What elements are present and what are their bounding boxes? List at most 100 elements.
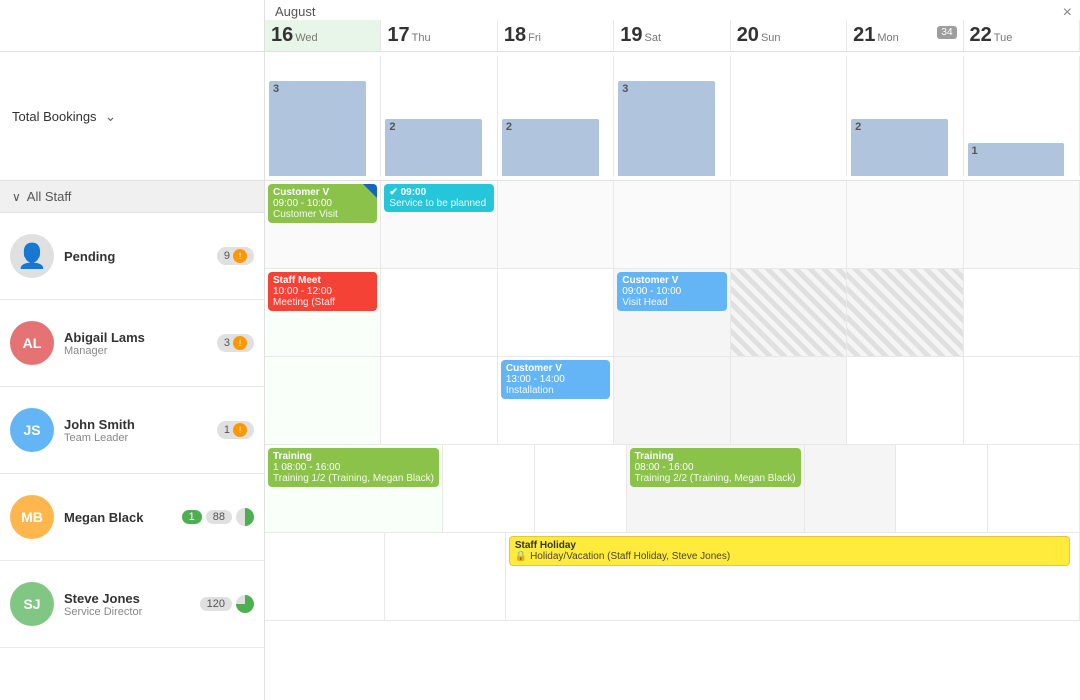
date-cell-18[interactable]: 18Fri bbox=[498, 20, 614, 51]
pie-icon bbox=[236, 595, 254, 613]
badge-area: 120 bbox=[200, 595, 254, 613]
staff-info: Abigail Lams Manager bbox=[64, 330, 207, 357]
grid-cell-2-5 bbox=[847, 357, 963, 444]
calendar-header: August 16Wed17Thu18Fri19Sat20Sun21Mon342… bbox=[0, 0, 1080, 52]
date-cell-20[interactable]: 20Sun bbox=[731, 20, 847, 51]
bar-cell-5: 2 bbox=[847, 56, 963, 176]
badge-area: 1 ! bbox=[217, 421, 254, 439]
staff-name: Steve Jones bbox=[64, 591, 190, 606]
pie-icon bbox=[236, 508, 254, 526]
all-staff-label: All Staff bbox=[27, 189, 72, 204]
badge-gray: 88 bbox=[206, 510, 232, 524]
bar-cell-0: 3 bbox=[265, 56, 381, 176]
event-desc: Visit Head bbox=[622, 297, 721, 308]
event-card-0-1-0[interactable]: ✔ 09:00 Service to be planned bbox=[384, 184, 493, 212]
staff-item-3[interactable]: MB Megan Black 1 88 bbox=[0, 474, 264, 561]
staff-info: John Smith Team Leader bbox=[64, 417, 207, 444]
staff-info: Megan Black bbox=[64, 510, 172, 525]
date-day: Mon bbox=[877, 32, 898, 44]
grid-cell-2-0 bbox=[265, 357, 381, 444]
badge-count: 9 ! bbox=[217, 247, 254, 265]
staff-section: ∨ All Staff 👤 Pending 9 ! AL Abigail Lam… bbox=[0, 181, 1080, 700]
bar-cell-1: 2 bbox=[381, 56, 497, 176]
grid-cell-2-1 bbox=[381, 357, 497, 444]
avatar-2: JS bbox=[10, 408, 54, 452]
date-cell-16[interactable]: 16Wed bbox=[265, 20, 381, 51]
staff-name: Pending bbox=[64, 249, 207, 264]
grid-cell-0-3 bbox=[614, 181, 730, 268]
date-cell-21[interactable]: 21Mon34 bbox=[847, 20, 963, 51]
bar-block[interactable]: 2 bbox=[851, 119, 948, 176]
event-card-3-0-0[interactable]: Training 1 08:00 - 16:00 Training 1/2 (T… bbox=[268, 448, 439, 487]
grid-cell-1-6 bbox=[964, 269, 1080, 356]
bookings-label: Total Bookings bbox=[12, 109, 97, 124]
event-title: ✔ 09:00 bbox=[389, 187, 488, 198]
staff-item-1[interactable]: AL Abigail Lams Manager 3 ! bbox=[0, 300, 264, 387]
grid-cell-3-6 bbox=[988, 445, 1080, 532]
exclaim-icon: ! bbox=[233, 336, 247, 350]
event-card-1-3-0[interactable]: Customer V 09:00 - 10:00 Visit Head bbox=[617, 272, 726, 311]
staff-item-4[interactable]: SJ Steve Jones Service Director 120 bbox=[0, 561, 264, 648]
bar-cell-2: 2 bbox=[498, 56, 614, 176]
staff-role: Manager bbox=[64, 345, 207, 357]
badge-count: 1 ! bbox=[217, 421, 254, 439]
grid-cell-2-6 bbox=[964, 357, 1080, 444]
bar-block[interactable]: 3 bbox=[618, 81, 715, 176]
grid-cell-0-0: Customer V 09:00 - 10:00 Customer Visit bbox=[265, 181, 381, 268]
event-time: 08:00 - 16:00 bbox=[635, 462, 796, 473]
staff-list-items: 👤 Pending 9 ! AL Abigail Lams Manager 3 … bbox=[0, 213, 264, 648]
close-button[interactable]: × bbox=[1063, 4, 1072, 22]
avatar-4: SJ bbox=[10, 582, 54, 626]
date-cell-22[interactable]: 22Tue bbox=[964, 20, 1080, 51]
dates-row: August 16Wed17Thu18Fri19Sat20Sun21Mon342… bbox=[265, 0, 1080, 51]
event-holiday[interactable]: Staff Holiday🔒 Holiday/Vacation (Staff H… bbox=[509, 536, 1070, 566]
date-day: Tue bbox=[994, 32, 1013, 44]
grid-cell-2-4 bbox=[731, 357, 847, 444]
grid-cell-3-1 bbox=[443, 445, 535, 532]
event-time: 10:00 - 12:00 bbox=[273, 286, 372, 297]
staff-item-0[interactable]: 👤 Pending 9 ! bbox=[0, 213, 264, 300]
grid-cell-0-4 bbox=[731, 181, 847, 268]
date-day: Thu bbox=[412, 32, 431, 44]
event-time: 09:00 - 10:00 bbox=[273, 198, 372, 209]
event-time: 13:00 - 14:00 bbox=[506, 374, 605, 385]
event-card-0-0-0[interactable]: Customer V 09:00 - 10:00 Customer Visit bbox=[268, 184, 377, 223]
bar-cell-3: 3 bbox=[614, 56, 730, 176]
staff-item-2[interactable]: JS John Smith Team Leader 1 ! bbox=[0, 387, 264, 474]
event-card-2-2-0[interactable]: Customer V 13:00 - 14:00 Installation bbox=[501, 360, 610, 399]
grid-row-3: Training 1 08:00 - 16:00 Training 1/2 (T… bbox=[265, 445, 1080, 533]
bar-block[interactable]: 2 bbox=[502, 119, 599, 176]
grid-cell-0-6 bbox=[964, 181, 1080, 268]
staff-info: Pending bbox=[64, 249, 207, 264]
date-day: Fri bbox=[528, 32, 541, 44]
dropdown-arrow[interactable]: ⌄ bbox=[105, 108, 117, 125]
grid-cell-1-4 bbox=[731, 269, 847, 356]
grid-cell-3-5 bbox=[896, 445, 988, 532]
event-time: 1 08:00 - 16:00 bbox=[273, 462, 434, 473]
grid-cell-0-1: ✔ 09:00 Service to be planned bbox=[381, 181, 497, 268]
exclaim-icon: ! bbox=[233, 423, 247, 437]
grid-cell-1-3: Customer V 09:00 - 10:00 Visit Head bbox=[614, 269, 730, 356]
grid-cell-1-0: Staff Meet 10:00 - 12:00 Meeting (Staff bbox=[265, 269, 381, 356]
bar-block[interactable]: 1 bbox=[968, 143, 1065, 176]
event-card-3-3-0[interactable]: Training 08:00 - 16:00 Training 2/2 (Tra… bbox=[630, 448, 801, 487]
event-desc: Training 1/2 (Training, Megan Black) bbox=[273, 473, 434, 484]
grid-cell-1-5 bbox=[847, 269, 963, 356]
holiday-span-cell: Staff Holiday🔒 Holiday/Vacation (Staff H… bbox=[506, 533, 1080, 620]
date-cell-17[interactable]: 17Thu bbox=[381, 20, 497, 51]
event-desc: Service to be planned bbox=[389, 198, 488, 209]
staff-name: Megan Black bbox=[64, 510, 172, 525]
grid-row-2: Customer V 13:00 - 14:00 Installation bbox=[265, 357, 1080, 445]
grid-row-1: Staff Meet 10:00 - 12:00 Meeting (Staff … bbox=[265, 269, 1080, 357]
month-label: August bbox=[265, 4, 315, 19]
date-num: 22 bbox=[970, 24, 992, 46]
event-desc: 🔒 Holiday/Vacation (Staff Holiday, Steve… bbox=[515, 551, 1064, 562]
all-staff-header: ∨ All Staff bbox=[0, 181, 264, 213]
bar-block[interactable]: 3 bbox=[269, 81, 366, 176]
badge-area: 1 88 bbox=[182, 508, 254, 526]
date-cell-19[interactable]: 19Sat bbox=[614, 20, 730, 51]
event-desc: Meeting (Staff bbox=[273, 297, 372, 308]
grid-cell-3-0: Training 1 08:00 - 16:00 Training 1/2 (T… bbox=[265, 445, 443, 532]
event-card-1-0-0[interactable]: Staff Meet 10:00 - 12:00 Meeting (Staff bbox=[268, 272, 377, 311]
bar-block[interactable]: 2 bbox=[385, 119, 482, 176]
